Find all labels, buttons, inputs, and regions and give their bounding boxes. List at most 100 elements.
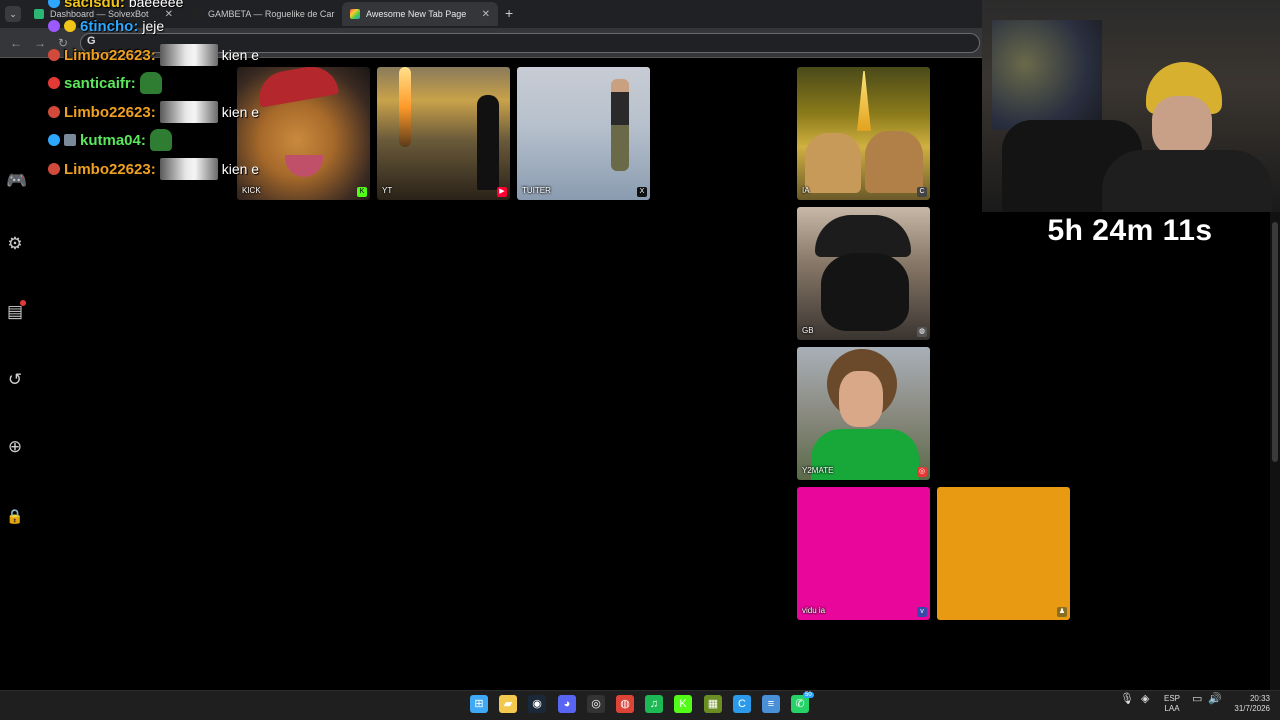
tile-label: GB: [802, 326, 814, 335]
screen: { "browser": { "tabs": [ {"title": "Dash…: [0, 0, 1280, 720]
badge-icon: [64, 20, 76, 32]
chat-username: santicaifr:: [64, 74, 136, 92]
tile-label: IA: [802, 186, 810, 195]
person-icon: ♟: [1057, 607, 1067, 617]
gambeta-favicon-icon: [192, 9, 202, 19]
chat-message: kutma04:: [48, 128, 172, 152]
badge-icon: [48, 106, 60, 118]
network-icon[interactable]: ◈: [1141, 694, 1149, 705]
face-image: [1152, 96, 1212, 156]
dog-emote-icon: [159, 158, 218, 180]
language-indicator[interactable]: ESP LAA: [1162, 694, 1182, 714]
person-image: [611, 79, 629, 171]
back-icon[interactable]: ←: [10, 36, 22, 50]
language-code: ESP: [1163, 694, 1180, 703]
badge-icon: [48, 134, 60, 146]
chat-text: kien e: [221, 104, 260, 120]
volume-icon[interactable]: 🔊: [1208, 694, 1222, 705]
history-icon[interactable]: ↺: [6, 371, 24, 389]
shortcut-tile-gb[interactable]: GB ◍: [797, 207, 930, 340]
tab-title: Awesome New Tab Page: [366, 9, 467, 19]
cat-right-image: [865, 131, 923, 193]
keyboard-layout: LAA: [1164, 704, 1180, 713]
discord-icon[interactable]: ◕: [558, 695, 576, 713]
dashboard-favicon-icon: [34, 9, 44, 19]
badge-icon: [48, 77, 60, 89]
green-emote-icon: [139, 72, 162, 94]
webcam-feed: [982, 0, 1280, 212]
stream-timer: 5h 24m 11s: [1047, 214, 1213, 247]
tab-awesome-new-tab-page[interactable]: Awesome New Tab Page ✕: [342, 2, 498, 26]
eiffel-tower-image: [857, 71, 871, 131]
shirt-image: [1102, 150, 1272, 212]
chat-text: jeje: [142, 18, 165, 34]
shortcut-tile-yt[interactable]: YT ▶: [377, 67, 510, 200]
new-tab-button[interactable]: +: [505, 5, 513, 21]
dog-cap-image: [254, 67, 340, 108]
windows-start-icon[interactable]: ⊞: [470, 695, 488, 713]
face-image: [839, 371, 883, 427]
chat-message: 6tincho: jeje: [48, 14, 164, 38]
lock-icon[interactable]: 🔒: [6, 507, 24, 525]
add-icon[interactable]: ⊕: [6, 438, 24, 456]
fire-column-image: [399, 67, 411, 147]
clock[interactable]: 20:33 31/7/2026: [1226, 694, 1270, 714]
close-icon[interactable]: ✕: [482, 9, 490, 20]
page-scrollbar[interactable]: [1270, 212, 1280, 690]
whatsapp-badge: 50: [803, 692, 814, 698]
badge-icon: [48, 49, 60, 61]
chat-message: Limbo22623: kien e: [48, 157, 259, 181]
tab-gambeta[interactable]: GAMBETA — Roguelike de Car ✕: [184, 2, 339, 26]
scrollbar-thumb[interactable]: [1272, 222, 1278, 462]
kick-app-icon[interactable]: K: [674, 695, 692, 713]
shortcut-tile-tuiter[interactable]: TUITER X: [517, 67, 650, 200]
shortcut-tile-ia[interactable]: IA C: [797, 67, 930, 200]
tile-label: TUITER: [522, 186, 551, 195]
notification-dot: [20, 300, 26, 306]
badge-icon: [48, 163, 60, 175]
tab-search-button[interactable]: ⌄: [5, 6, 21, 22]
chat-username: sacisdu:: [64, 0, 125, 11]
chat-message: Limbo22623: kien e: [48, 43, 259, 67]
notepad-icon[interactable]: ≡: [762, 695, 780, 713]
tile-label: vidu ia: [802, 606, 826, 615]
awesome-favicon-icon: [350, 9, 360, 19]
badge-icon: [64, 134, 76, 146]
chat-text: kien e: [221, 161, 260, 177]
forward-icon[interactable]: →: [34, 36, 46, 50]
green-emote-icon: [149, 129, 172, 151]
chat-username: Limbo22623:: [64, 160, 156, 178]
dog-emote-icon: [159, 44, 218, 66]
chrome-icon[interactable]: ◍: [616, 695, 634, 713]
shortcut-tile-vidu-ia[interactable]: vidu ia v: [797, 487, 930, 620]
gamepad-icon[interactable]: 🎮: [6, 172, 27, 190]
youtube-icon: ▶: [497, 187, 507, 197]
shortcut-tile-y2mate[interactable]: Y2MATE ◎: [797, 347, 930, 480]
tab-title: GAMBETA — Roguelike de Car: [208, 9, 335, 19]
obs-icon[interactable]: ◎: [587, 695, 605, 713]
vidu-icon: v: [917, 607, 927, 617]
display-icon[interactable]: ▭: [1192, 694, 1202, 705]
file-explorer-icon[interactable]: ▰: [499, 695, 517, 713]
dog-emote-icon: [159, 101, 218, 123]
chat-message: sacisdu: baeeeee: [48, 0, 183, 14]
ccleaner-icon[interactable]: C: [733, 695, 751, 713]
kick-icon: K: [357, 187, 367, 197]
steam-icon[interactable]: ◉: [528, 695, 546, 713]
chat-username: kutma04:: [80, 131, 146, 149]
y2mate-icon: ◎: [917, 467, 927, 477]
minecraft-icon[interactable]: ▦: [704, 695, 722, 713]
chatgpt-icon: C: [917, 187, 927, 197]
cat-left-image: [805, 133, 861, 193]
badge-icon: [48, 0, 60, 8]
tile-label: YT: [382, 186, 393, 195]
soldier-silhouette-image: [477, 95, 499, 190]
shortcut-tile-untitled[interactable]: ♟: [937, 487, 1070, 620]
spotify-icon[interactable]: ♫: [645, 695, 663, 713]
window-city-view-image: [992, 20, 1102, 130]
microphone-icon[interactable]: 🎙: [1120, 694, 1134, 705]
clock-time: 20:33: [1249, 694, 1270, 703]
tile-label: Y2MATE: [802, 466, 834, 475]
gear-icon[interactable]: ⚙: [6, 235, 24, 253]
chat-message: Limbo22623: kien e: [48, 100, 259, 124]
